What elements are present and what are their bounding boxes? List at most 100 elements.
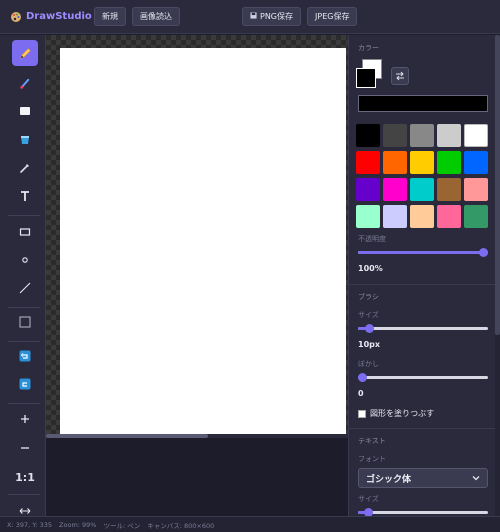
panel-scrollbar-thumb[interactable] xyxy=(495,35,500,335)
selection-icon xyxy=(19,316,31,328)
scrollbar-thumb[interactable] xyxy=(46,434,208,438)
palette-swatch[interactable] xyxy=(356,178,380,201)
eyedropper-icon xyxy=(20,164,29,173)
paint-bucket-icon xyxy=(21,136,29,144)
palette-swatch[interactable] xyxy=(383,124,407,147)
palette-swatch[interactable] xyxy=(437,124,461,147)
palette-swatch[interactable] xyxy=(464,205,488,228)
zoom-out-button[interactable] xyxy=(12,435,38,461)
slider-track xyxy=(358,327,488,330)
palette-swatch[interactable] xyxy=(410,205,434,228)
color-hex-input[interactable] xyxy=(358,95,488,112)
open-image-button[interactable]: 画像読込 xyxy=(132,7,180,26)
palette-swatch[interactable] xyxy=(464,124,488,147)
select-tool[interactable] xyxy=(12,309,38,335)
brush-tool[interactable] xyxy=(12,70,38,96)
tool-sidebar: 1:1 xyxy=(0,35,46,516)
eraser-tool[interactable] xyxy=(12,98,38,124)
text-size-slider[interactable] xyxy=(358,508,488,516)
pencil-icon xyxy=(19,47,31,59)
slider-knob[interactable] xyxy=(364,508,373,516)
swap-colors-button[interactable] xyxy=(391,67,409,85)
palette-swatch[interactable] xyxy=(410,124,434,147)
palette-swatch[interactable] xyxy=(410,178,434,201)
toolbar-divider xyxy=(8,403,40,404)
palette-swatch[interactable] xyxy=(383,151,407,174)
brush-size-slider[interactable] xyxy=(358,324,488,333)
top-bar: DrawStudio 新規 画像読込 PNG保存 JPEG保存 xyxy=(0,0,500,34)
font-select[interactable]: ゴシック体 xyxy=(358,468,488,488)
swap-icon xyxy=(396,71,404,81)
circle-icon xyxy=(22,257,28,263)
slider-knob[interactable] xyxy=(479,248,488,257)
zoom-level: Zoom: 99% xyxy=(59,520,97,529)
fill-shape-label: 図形を塗りつぶす xyxy=(370,409,435,418)
opacity-slider[interactable] xyxy=(358,248,488,257)
horizontal-scrollbar[interactable] xyxy=(46,434,348,438)
save-jpeg-label: JPEG保存 xyxy=(315,12,350,21)
palette-swatch[interactable] xyxy=(437,178,461,201)
undo-icon xyxy=(19,350,31,362)
font-select-value: ゴシック体 xyxy=(366,474,412,485)
color-section-title: カラー xyxy=(358,44,379,52)
line-tool[interactable] xyxy=(12,275,38,301)
rectangle-tool[interactable] xyxy=(12,219,38,245)
brush-section-title: ブラシ xyxy=(358,293,379,301)
text-section-title: テキスト xyxy=(358,437,386,445)
palette-swatch[interactable] xyxy=(437,151,461,174)
toolbar-divider xyxy=(8,215,40,216)
brush-icon xyxy=(19,78,29,89)
blur-slider[interactable] xyxy=(358,373,488,382)
palette-swatch[interactable] xyxy=(464,151,488,174)
undo-button[interactable] xyxy=(12,343,38,369)
current-tool: ツール: ペン xyxy=(103,521,141,530)
status-bar: X: 397, Y: 335 Zoom: 99% ツール: ペン キャンバス: … xyxy=(0,516,500,532)
panel-divider xyxy=(349,428,500,429)
palette-swatch[interactable] xyxy=(356,124,380,147)
canvas-area[interactable] xyxy=(46,35,348,516)
palette-swatch[interactable] xyxy=(464,178,488,201)
redo-button[interactable] xyxy=(12,371,38,397)
fill-tool[interactable] xyxy=(12,127,38,153)
brush-size-label: サイズ xyxy=(358,311,379,319)
chevron-down-icon xyxy=(472,476,480,481)
fill-shape-checkbox[interactable] xyxy=(358,409,366,418)
zoom-in-button[interactable] xyxy=(12,406,38,432)
minus-icon xyxy=(21,447,29,449)
fill-shape-checkbox-row[interactable]: 図形を塗りつぶす xyxy=(358,408,434,419)
save-png-button[interactable]: PNG保存 xyxy=(242,7,302,26)
palette-swatch[interactable] xyxy=(383,205,407,228)
blur-label: ぼかし xyxy=(358,360,379,368)
toolbar-divider xyxy=(8,307,40,308)
palette-swatch[interactable] xyxy=(437,205,461,228)
save-icon xyxy=(250,12,257,21)
save-png-label: PNG保存 xyxy=(260,12,294,21)
app-title: DrawStudio xyxy=(26,11,92,22)
palette-swatch[interactable] xyxy=(410,151,434,174)
save-jpeg-button[interactable]: JPEG保存 xyxy=(307,7,358,26)
redo-icon xyxy=(19,378,31,390)
slider-knob[interactable] xyxy=(358,373,367,382)
foreground-color-swatch[interactable] xyxy=(356,68,376,88)
ellipse-tool[interactable] xyxy=(12,247,38,273)
panel-divider xyxy=(349,284,500,285)
pen-tool[interactable] xyxy=(12,40,38,66)
palette-swatch[interactable] xyxy=(383,178,407,201)
opacity-value: 100% xyxy=(358,264,383,273)
font-label: フォント xyxy=(358,455,386,463)
palette-icon xyxy=(10,11,22,23)
zoom-reset-button[interactable]: 1:1 xyxy=(12,464,38,490)
palette-swatch[interactable] xyxy=(356,205,380,228)
opacity-label: 不透明度 xyxy=(358,235,386,243)
slider-knob[interactable] xyxy=(365,324,374,333)
brush-size-value: 10px xyxy=(358,340,381,349)
new-button[interactable]: 新規 xyxy=(94,7,126,26)
text-tool[interactable] xyxy=(12,183,38,209)
drawing-canvas[interactable] xyxy=(60,48,346,434)
new-button-label: 新規 xyxy=(102,12,118,21)
toolbar-divider xyxy=(8,494,40,495)
panel-scrollbar[interactable] xyxy=(495,35,500,516)
eyedropper-tool[interactable] xyxy=(12,155,38,181)
palette-swatch[interactable] xyxy=(356,151,380,174)
canvas-size: キャンバス: 800×600 xyxy=(147,521,215,530)
